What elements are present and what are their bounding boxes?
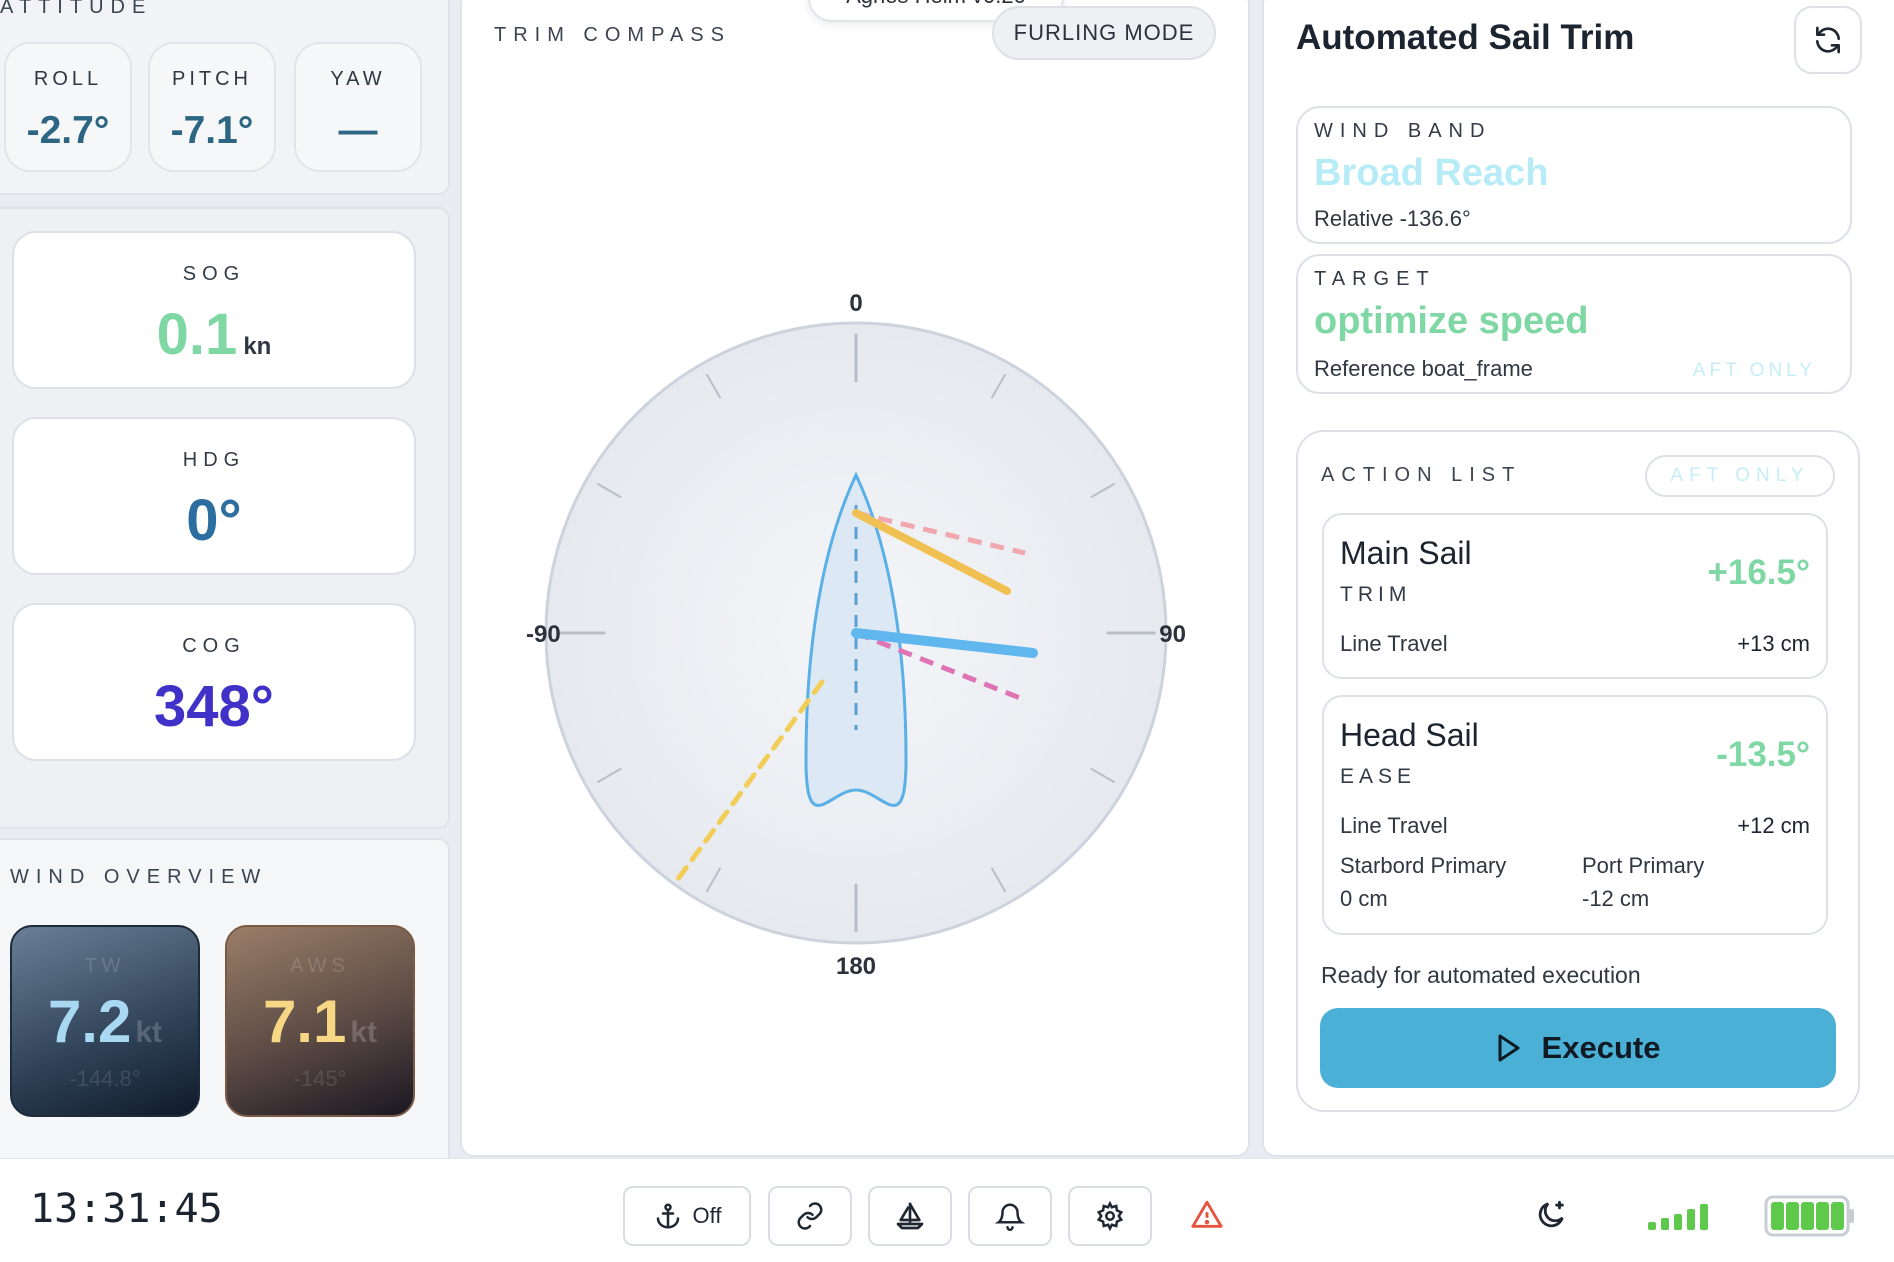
action-item-mode: TRIM <box>1340 583 1412 606</box>
port-primary-value: -12 cm <box>1582 886 1650 911</box>
wind-band-label: WIND BAND <box>1314 120 1492 142</box>
pitch-value: -7.1° <box>170 109 254 152</box>
aws-angle: -145° <box>293 1066 347 1091</box>
action-list-badge: AFT ONLY <box>1645 455 1835 497</box>
action-item-travel-label: Line Travel <box>1340 631 1448 656</box>
action-item-mode: EASE <box>1340 765 1417 788</box>
compass-label-left: -90 <box>526 621 561 648</box>
execute-button[interactable]: Execute <box>1320 1008 1836 1088</box>
action-item-delta: -13.5° <box>1716 735 1810 774</box>
target-card: TARGET optimize speed Reference boat_fra… <box>1296 254 1852 394</box>
port-primary-label: Port Primary <box>1582 853 1705 878</box>
sog-value-row: 0.1 kn <box>14 306 414 364</box>
tw-label: TW <box>84 955 126 977</box>
attitude-title: ATTITUDE <box>0 0 153 18</box>
refresh-button[interactable] <box>1794 6 1862 74</box>
action-item-travel-value: +13 cm <box>1737 631 1810 656</box>
action-item-delta: +16.5° <box>1707 553 1810 592</box>
signal-strength-icon <box>1648 1204 1708 1230</box>
hdg-value: 0° <box>186 488 242 553</box>
target-reference: Reference boat_frame <box>1314 356 1533 381</box>
roll-label: ROLL <box>33 68 103 90</box>
sailboat-button[interactable] <box>868 1186 952 1246</box>
wind-band-value: Broad Reach <box>1314 152 1549 194</box>
sog-label: SOG <box>182 263 246 285</box>
panel-title: Automated Sail Trim <box>1296 18 1635 57</box>
sailboat-icon <box>896 1202 924 1230</box>
aws-tile: AWS 7.1 kt -145° <box>225 925 415 1117</box>
yaw-value: — <box>338 109 378 152</box>
compass-label-bottom: 180 <box>836 953 876 980</box>
bell-icon <box>995 1203 1025 1231</box>
trim-compass-title: TRIM COMPASS <box>494 24 731 46</box>
action-list-title: ACTION LIST <box>1321 464 1522 486</box>
cog-label: COG <box>182 635 246 657</box>
target-value: optimize speed <box>1314 300 1589 342</box>
furling-mode-button[interactable]: FURLING MODE <box>992 6 1216 60</box>
tw-value-row: 7.2 kt <box>12 992 198 1052</box>
cog-card: COG 348° <box>12 603 416 761</box>
cog-value: 348° <box>154 674 274 739</box>
settings-button[interactable] <box>1068 1186 1152 1246</box>
action-item-head-sail[interactable]: Head Sail EASE -13.5° Line Travel +12 cm… <box>1322 695 1828 935</box>
anchor-button[interactable]: Off <box>623 1186 751 1246</box>
target-label: TARGET <box>1314 268 1436 290</box>
aws-label: AWS <box>290 955 350 977</box>
trim-compass: 0 90 180 -90 <box>526 290 1186 980</box>
yaw-label: YAW <box>330 68 386 90</box>
target-badge: AFT ONLY <box>1692 360 1816 381</box>
tw-tile: TW 7.2 kt -144.8° <box>10 925 200 1117</box>
anchor-icon <box>656 1203 679 1229</box>
wind-overview-title: WIND OVERVIEW <box>10 866 268 888</box>
roll-card: ROLL -2.7° <box>4 42 132 172</box>
action-item-travel-value: +12 cm <box>1737 813 1810 838</box>
gear-icon <box>1096 1201 1124 1231</box>
action-item-main-sail[interactable]: Main Sail TRIM +16.5° Line Travel +13 cm <box>1322 513 1828 679</box>
hdg-label: HDG <box>182 449 246 471</box>
tw-value: 7.2 <box>47 988 132 1055</box>
wind-band-card: WIND BAND Broad Reach Relative -136.6° <box>1296 106 1852 244</box>
sog-unit: kn <box>243 333 272 360</box>
execution-status: Ready for automated execution <box>1321 962 1641 988</box>
link-icon <box>797 1202 823 1230</box>
warning-icon[interactable] <box>1190 1198 1224 1232</box>
night-mode-icon[interactable] <box>1534 1198 1568 1232</box>
starboard-primary-value: 0 cm <box>1340 886 1388 911</box>
play-icon <box>1498 1034 1520 1062</box>
yaw-card: YAW — <box>294 42 422 172</box>
tw-angle: -144.8° <box>69 1066 141 1091</box>
roll-value: -2.7° <box>26 109 110 152</box>
link-button[interactable] <box>768 1186 852 1246</box>
aws-value: 7.1 <box>262 988 347 1055</box>
action-item-name: Head Sail <box>1340 717 1479 753</box>
aws-unit: kt <box>350 1016 378 1049</box>
compass-label-right: 90 <box>1159 621 1186 648</box>
clock: 13:31:45 <box>30 1186 223 1232</box>
wind-band-relative: Relative -136.6° <box>1314 206 1471 231</box>
refresh-icon <box>1816 26 1840 54</box>
hdg-card: HDG 0° <box>12 417 416 575</box>
pitch-label: PITCH <box>172 68 252 90</box>
sog-card: SOG 0.1 kn <box>12 231 416 389</box>
aws-value-row: 7.1 kt <box>227 992 413 1052</box>
notifications-button[interactable] <box>968 1186 1052 1246</box>
battery-icon <box>1764 1195 1854 1237</box>
anchor-state: Off <box>692 1203 722 1228</box>
compass-label-top: 0 <box>849 290 862 317</box>
pitch-card: PITCH -7.1° <box>148 42 276 172</box>
action-item-name: Main Sail <box>1340 535 1472 571</box>
starboard-primary-label: Starbord Primary <box>1340 853 1507 878</box>
execute-label: Execute <box>1541 1030 1661 1065</box>
action-item-travel-label: Line Travel <box>1340 813 1448 838</box>
tw-unit: kt <box>135 1016 163 1049</box>
sog-value: 0.1 <box>156 302 238 367</box>
